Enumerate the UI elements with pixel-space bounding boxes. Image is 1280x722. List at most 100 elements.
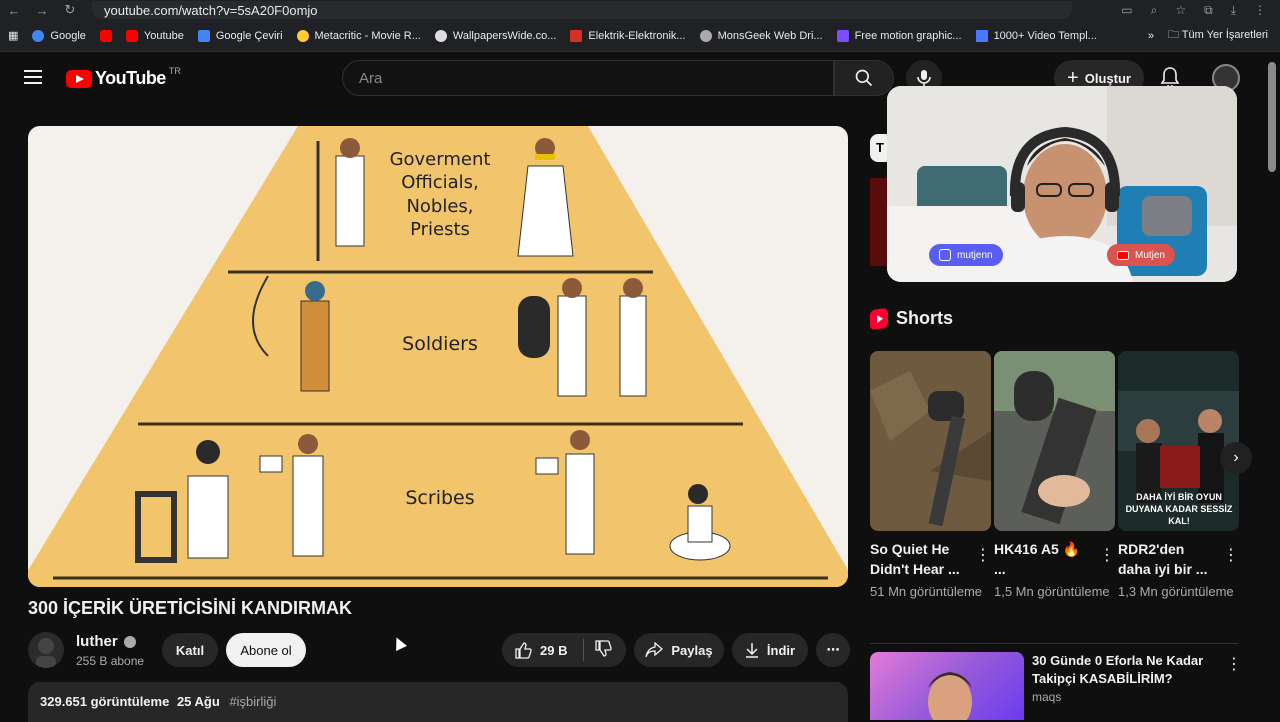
subscribe-button[interactable]: Abone ol: [226, 633, 306, 667]
search-button[interactable]: [834, 60, 894, 96]
short-title[interactable]: HK416 A5 🔥 ...: [994, 539, 1090, 579]
rifle-thumbnail: [994, 351, 1115, 531]
motion-icon: [836, 29, 849, 42]
search-input[interactable]: Ara: [342, 60, 834, 96]
soldier-figure: [619, 278, 647, 397]
short-thumbnail[interactable]: [870, 351, 991, 531]
forward-icon[interactable]: →: [28, 3, 56, 18]
bookmark-google[interactable]: Google: [32, 29, 86, 42]
short-views: 1,3 Mn görüntüleme: [1118, 584, 1234, 599]
bookmark-video-templates[interactable]: 1000+ Video Templ...: [975, 29, 1097, 42]
search-placeholder: Ara: [359, 69, 383, 87]
share-icon: [645, 642, 664, 658]
bookmark-youtube-icon-only[interactable]: [99, 29, 112, 42]
reload-icon[interactable]: ↻: [56, 2, 84, 18]
like-button[interactable]: 29 B: [514, 641, 567, 659]
video-player[interactable]: Goverment Officials, Nobles, Priests Sol…: [28, 126, 848, 587]
video-title: 300 İÇERİK ÜRETİCİSİNİ KANDIRMAK: [28, 598, 353, 618]
download-icon[interactable]: ⤓: [1231, 3, 1236, 18]
instagram-handle: mutjenn: [957, 249, 993, 261]
short-thumbnail[interactable]: DAHA İYİ BİR OYUN DUYANA KADAR SESSİZ KA…: [1118, 351, 1239, 531]
metacritic-icon: [296, 29, 309, 42]
bookmark-monsgeek[interactable]: MonsGeek Web Dri...: [699, 29, 823, 42]
hashtag[interactable]: #işbirliği: [229, 694, 276, 709]
bookmark-label: Youtube: [143, 29, 184, 42]
channel-name[interactable]: luther: [76, 633, 136, 650]
bookmark-translate[interactable]: Google Çeviri: [197, 29, 283, 42]
all-bookmarks-label: Tüm Yer İşaretleri: [1181, 29, 1268, 41]
avatar-icon: [36, 638, 56, 668]
short-title[interactable]: RDR2'den daha iyi bir ...: [1118, 539, 1214, 579]
short-card[interactable]: HK416 A5 🔥 ... 1,5 Mn görüntüleme ⋮: [994, 351, 1115, 601]
bookmark-label: Google Çeviri: [215, 29, 283, 42]
all-bookmarks[interactable]: 🗀 Tüm Yer İşaretleri: [1168, 26, 1268, 45]
zoom-icon[interactable]: ⌕: [1151, 3, 1158, 18]
bookmark-label: Elektrik-Elektronik...: [588, 29, 686, 42]
kebab-menu-icon[interactable]: ⋮: [1223, 545, 1239, 565]
kebab-menu-icon[interactable]: ⋮: [1099, 545, 1115, 565]
bookmarks-bar: ▦ Google Youtube Google Çeviri Metacriti…: [0, 20, 1280, 52]
recommended-thumbnail[interactable]: [870, 652, 1024, 720]
url-text: youtube.com/watch?v=5sA20F0omjo: [104, 2, 318, 18]
subscribe-label: Abone ol: [240, 642, 292, 658]
recommended-channel[interactable]: maqs: [1032, 690, 1061, 704]
bookmark-motion[interactable]: Free motion graphic...: [836, 29, 962, 42]
bookmark-label: WallpapersWide.co...: [452, 29, 557, 42]
share-button[interactable]: Paylaş: [634, 633, 724, 667]
chevron-right-icon[interactable]: »: [1148, 30, 1154, 42]
recommended-title[interactable]: 30 Günde 0 Eforla Ne Kadar Takipçi KASAB…: [1032, 652, 1212, 688]
short-thumbnail[interactable]: [994, 351, 1115, 531]
translate-icon: [197, 29, 210, 42]
chevron-right-icon: ›: [1233, 449, 1239, 466]
shorts-next-button[interactable]: ›: [1220, 442, 1252, 474]
channel-name-text: luther: [76, 633, 118, 650]
wallpaper-icon: [434, 29, 447, 42]
bookmark-label: Google: [50, 29, 86, 42]
cast-icon[interactable]: ▭: [1121, 3, 1132, 18]
bookmark-elektrik[interactable]: Elektrik-Elektronik...: [570, 29, 686, 42]
instagram-badge: mutjenn: [929, 244, 1003, 266]
channel-avatar[interactable]: [28, 632, 64, 668]
address-bar[interactable]: youtube.com/watch?v=5sA20F0omjo: [92, 1, 1072, 19]
share-label: Paylaş: [671, 642, 713, 658]
apps-icon[interactable]: ▦: [8, 29, 18, 42]
youtube-icon: [99, 29, 112, 42]
more-horizontal-icon: ⋯: [826, 642, 840, 657]
bookmark-youtube[interactable]: Youtube: [125, 29, 184, 42]
download-button[interactable]: İndir: [732, 633, 808, 667]
back-icon[interactable]: ←: [0, 3, 28, 18]
short-card[interactable]: So Quiet He Didn't Hear ... 51 Mn görünt…: [870, 351, 991, 601]
short-title[interactable]: So Quiet He Didn't Hear ...: [870, 539, 966, 579]
menu-hamburger-icon[interactable]: [24, 70, 42, 84]
more-actions-button[interactable]: ⋯: [816, 633, 850, 667]
kebab-menu-icon[interactable]: ⋮: [975, 545, 991, 565]
dislike-button[interactable]: [594, 639, 613, 661]
extension-icon[interactable]: ⧉: [1204, 3, 1213, 18]
browser-actions: ▭ ⌕ ☆ ⧉ ⤓ ⋮: [1121, 3, 1280, 18]
join-button[interactable]: Katıl: [162, 633, 218, 667]
microphone-icon: [917, 70, 931, 86]
shorts-icon: [870, 307, 888, 330]
shorts-title: Shorts: [896, 308, 954, 328]
like-count: 29 B: [540, 642, 568, 658]
youtube-handle: Mutjen: [1135, 249, 1166, 261]
view-count: 329.651 görüntüleme: [40, 694, 170, 709]
youtube-logo[interactable]: YouTube TR: [66, 65, 181, 89]
short-card[interactable]: DAHA İYİ BİR OYUN DUYANA KADAR SESSİZ KA…: [1118, 351, 1239, 601]
download-arrow-icon: [745, 643, 758, 658]
bell-icon: [1160, 67, 1180, 88]
bookmarks-right: » 🗀 Tüm Yer İşaretleri: [1148, 26, 1280, 45]
bookmark-wallpaperswide[interactable]: WallpapersWide.co...: [434, 29, 557, 42]
short-views: 1,5 Mn görüntüleme: [994, 584, 1110, 599]
bookmark-metacritic[interactable]: Metacritic - Movie R...: [296, 29, 421, 42]
join-label: Katıl: [175, 642, 205, 658]
description-box[interactable]: 329.651 görüntüleme 25 Ağu #işbirliği: [28, 682, 848, 722]
kebab-menu-icon[interactable]: ⋮: [1226, 654, 1242, 674]
webcam-overlay: mutjenn Mutjen: [887, 86, 1237, 282]
like-separator: [583, 639, 585, 661]
elektrik-icon: [570, 29, 583, 42]
region-code: TR: [168, 65, 181, 76]
star-icon[interactable]: ☆: [1175, 3, 1186, 18]
page-scrollbar[interactable]: [1268, 62, 1276, 172]
menu-icon[interactable]: ⋮: [1254, 3, 1266, 18]
